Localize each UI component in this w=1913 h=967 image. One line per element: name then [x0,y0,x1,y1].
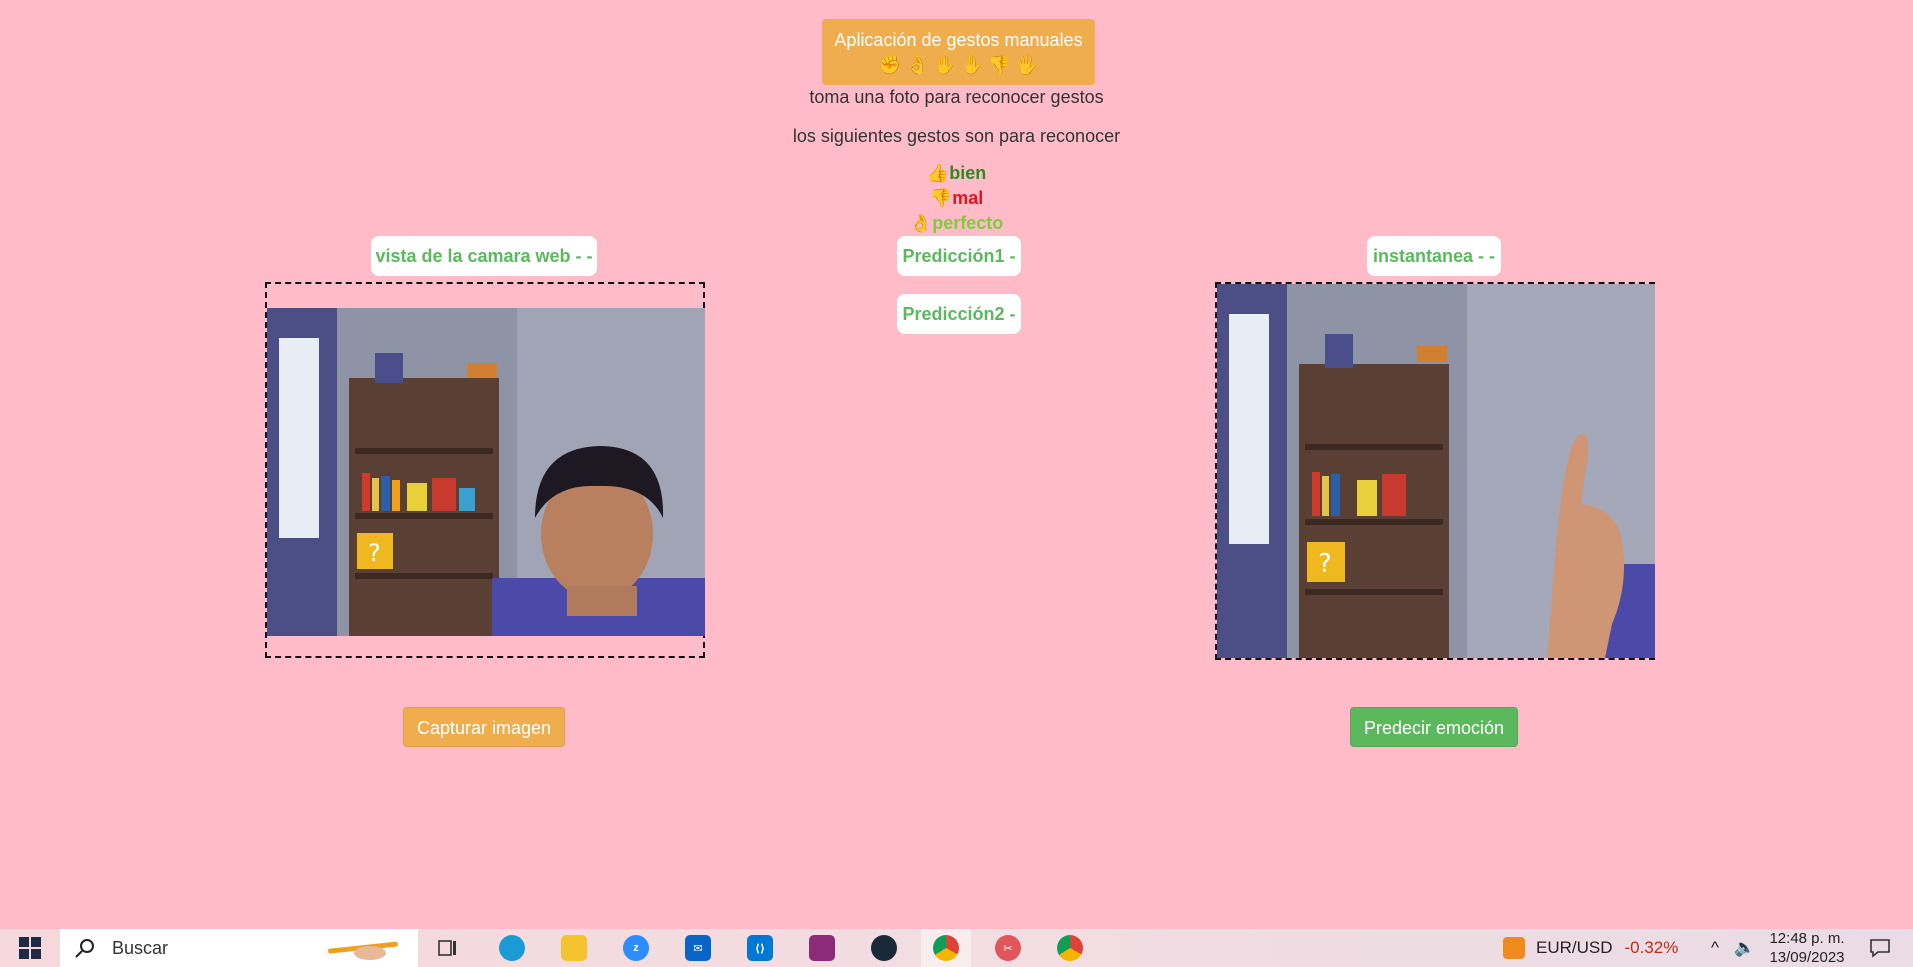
file-explorer-icon [561,935,587,961]
search-placeholder: Buscar [112,937,169,958]
steam-icon [871,935,897,961]
svg-text:?: ? [1318,549,1332,579]
taskbar-file-explorer[interactable] [549,929,599,967]
gesture-icons-row: ✊ 👌 ✋ ✋ 👎 🖐 [822,55,1095,75]
taskbar-chrome-active[interactable] [921,929,971,967]
clock[interactable]: 12:48 p. m. 13/09/2023 [1762,929,1852,967]
volume-button[interactable]: 🔈 [1730,929,1760,967]
snapshot-label: instantanea - - [1367,236,1501,276]
app-title-box: Aplicación de gestos manuales ✊ 👌 ✋ ✋ 👎 … [822,19,1095,85]
predict-emotion-button[interactable]: Predecir emoción [1350,707,1518,747]
taskbar-snipping-tool[interactable]: ✂ [983,929,1033,967]
windows-taskbar: Buscar z ✉ ⟨⟩ ✂ EUR/USD -0.32% ^ 🔈 12:48… [0,929,1913,967]
ticker-widget[interactable]: EUR/USD -0.32% [1536,929,1682,967]
notification-icon [1870,939,1890,958]
gesture-legend-bien: 👍bien [0,161,1913,185]
taskbar-mail[interactable]: ✉ [673,929,723,967]
taskbar-chrome-profile[interactable] [1045,929,1095,967]
gestures-intro-text: los siguientes gestos son para reconocer [792,126,1121,146]
taskbar-search-box[interactable]: Buscar [60,929,418,967]
thumbs-down-icon: 👎 [988,55,1011,75]
start-button[interactable] [8,929,52,967]
snipping-tool-icon: ✂ [995,935,1021,961]
clock-date: 13/09/2023 [1769,949,1845,966]
ticker-label: EUR/USD [1536,938,1613,957]
clock-time: 12:48 p. m. [1769,930,1845,947]
winrar-icon [809,935,835,961]
vscode-icon: ⟨⟩ [747,935,773,961]
snapshot-image: ? [1217,284,1655,658]
open-hand-icon: ✋ [961,55,984,75]
zoom-icon: z [623,935,649,961]
search-highlight-image [328,941,398,960]
task-view-icon [438,940,456,956]
open-hand-icon: ✋ [933,55,956,75]
taskbar-edge[interactable] [487,929,537,967]
chrome-icon [933,935,959,961]
mail-icon: ✉ [685,935,711,961]
taskbar-vscode[interactable]: ⟨⟩ [735,929,785,967]
notifications-button[interactable] [1862,929,1898,967]
raised-hand-icon: 🖐 [1015,55,1039,75]
gesture-legend-perfecto: 👌perfecto [0,211,1913,235]
ticker-chart-icon [1503,937,1525,959]
prediction2-label: Predicción2 - [897,294,1021,334]
gesture-legend-mal: 👎mal [0,186,1913,210]
taskbar-zoom[interactable]: z [611,929,661,967]
edge-icon [499,935,525,961]
webcam-label: vista de la camara web - - [371,236,597,276]
app-title: Aplicación de gestos manuales [834,30,1083,50]
webcam-video: ? [267,308,705,636]
start-icon [19,937,41,959]
app-page: Aplicación de gestos manuales ✊ 👌 ✋ ✋ 👎 … [0,0,1913,929]
capture-image-button[interactable]: Capturar imagen [403,707,565,747]
ticker-change: -0.32% [1624,938,1679,957]
taskbar-steam[interactable] [859,929,909,967]
svg-text:?: ? [368,539,381,567]
gesture-label-mal: mal [952,188,984,208]
show-hidden-icons-button[interactable]: ^ [1702,929,1728,967]
snapshot-scene-image: ? [1217,284,1655,658]
chevron-up-icon: ^ [1711,938,1719,957]
gesture-label-bien: bien [949,163,987,183]
gesture-label-perfecto: perfecto [932,213,1004,233]
thumbs-up-icon: 👍 [926,163,950,183]
taskbar-winrar[interactable] [797,929,847,967]
fist-icon: ✊ [878,55,902,75]
instruction-text: toma una foto para reconocer gestos [809,87,1104,107]
speaker-icon: 🔈 [1734,938,1756,957]
chrome-icon [1057,935,1083,961]
webcam-scene-image: ? [267,308,705,636]
prediction1-label: Predicción1 - [897,236,1021,276]
ok-hand-icon: 👌 [906,55,929,75]
search-icon [75,939,94,958]
task-view-button[interactable] [423,929,473,967]
ticker-widget-icon[interactable] [1496,929,1532,967]
ok-hand-icon: 👌 [909,213,933,233]
thumbs-down-icon: 👎 [929,188,953,208]
